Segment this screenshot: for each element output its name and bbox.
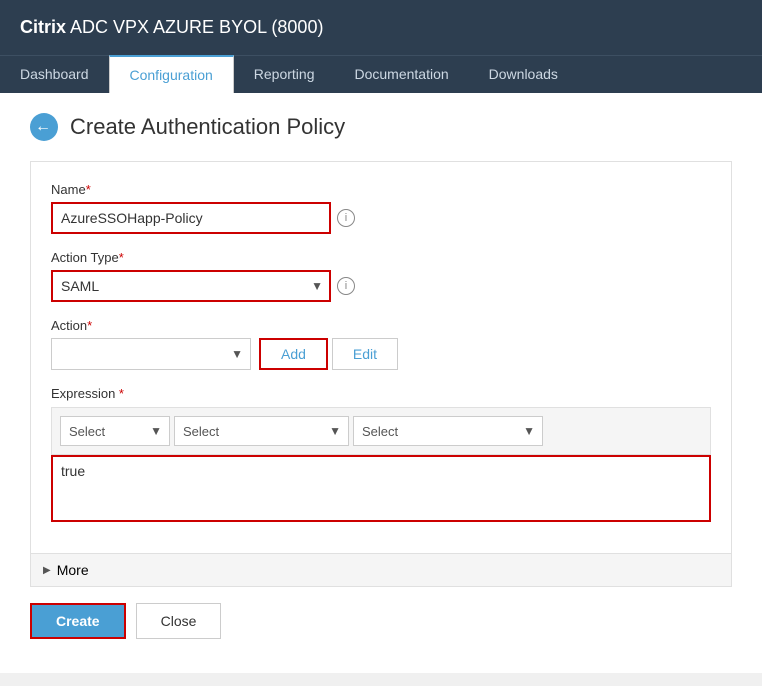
action-type-group: Action Type* SAML LDAP RADIUS ▼ i [51,250,711,302]
more-expand-icon: ▶ [43,565,51,576]
more-section[interactable]: ▶ More [30,554,732,587]
back-button[interactable]: ← [30,113,58,141]
app-title: Citrix ADC VPX AZURE BYOL (8000) [20,17,323,38]
name-input[interactable] [51,202,331,234]
action-row: ▼ Add Edit [51,338,711,370]
name-group: Name* i [51,182,711,234]
expression-textarea[interactable]: true [53,457,709,517]
app-header: Citrix ADC VPX AZURE BYOL (8000) [0,0,762,55]
nav-item-downloads[interactable]: Downloads [469,56,578,93]
action-select[interactable] [51,338,251,370]
action-type-label: Action Type* [51,250,711,265]
back-arrow-icon: ← [35,119,51,135]
more-label: More [57,562,89,578]
app-title-rest: ADC VPX AZURE BYOL (8000) [66,17,323,37]
main-content: ← Create Authentication Policy Name* i A… [0,93,762,673]
form-section: Name* i Action Type* SAML LDAP RADIUS ▼ [30,161,732,554]
nav-item-dashboard[interactable]: Dashboard [0,56,109,93]
expr-select3-wrapper: Select ▼ [353,416,543,446]
page-title-row: ← Create Authentication Policy [30,113,732,141]
nav-item-configuration[interactable]: Configuration [109,55,234,93]
action-type-info-icon[interactable]: i [337,277,355,295]
action-type-select-wrapper: SAML LDAP RADIUS ▼ [51,270,331,302]
action-group: Action* ▼ Add Edit [51,318,711,370]
expression-select-1[interactable]: Select [60,416,170,446]
expression-label: Expression * [51,386,711,401]
name-label: Name* [51,182,711,197]
add-button[interactable]: Add [259,338,328,370]
expression-textarea-wrapper: true [51,455,711,522]
app-title-bold: Citrix [20,17,66,37]
create-button[interactable]: Create [30,603,126,639]
main-nav: Dashboard Configuration Reporting Docume… [0,55,762,93]
nav-item-reporting[interactable]: Reporting [234,56,335,93]
edit-button[interactable]: Edit [332,338,398,370]
close-button[interactable]: Close [136,603,222,639]
page-title: Create Authentication Policy [70,114,345,140]
action-select-wrapper: ▼ [51,338,251,370]
expression-group: Expression * Select ▼ Select ▼ [51,386,711,522]
expression-selects-row: Select ▼ Select ▼ Select ▼ [51,407,711,455]
nav-item-documentation[interactable]: Documentation [334,56,468,93]
expression-select-2[interactable]: Select [174,416,349,446]
bottom-buttons: Create Close [30,603,732,639]
expr-select1-wrapper: Select ▼ [60,416,170,446]
action-type-select[interactable]: SAML LDAP RADIUS [51,270,331,302]
name-info-icon[interactable]: i [337,209,355,227]
expression-select-3[interactable]: Select [353,416,543,446]
expr-select2-wrapper: Select ▼ [174,416,349,446]
action-label: Action* [51,318,711,333]
